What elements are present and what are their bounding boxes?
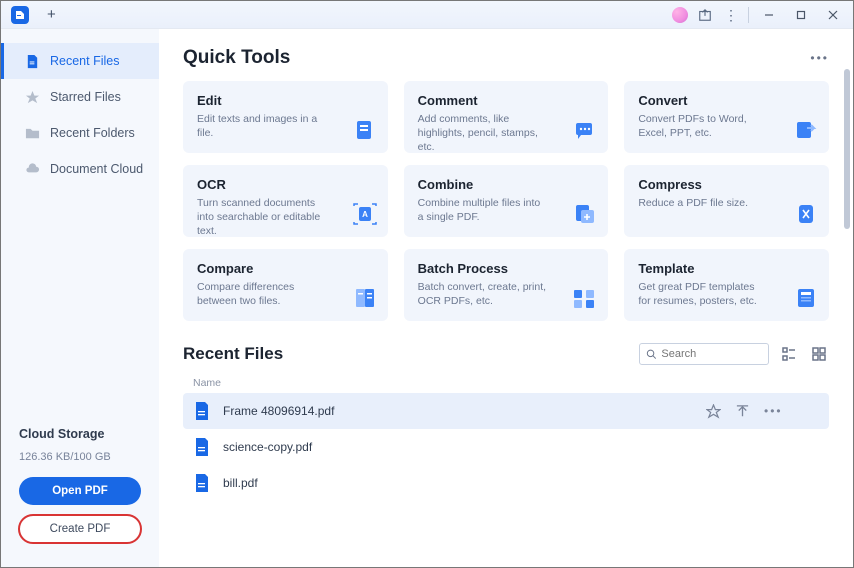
sidebar-item-label: Recent Files: [50, 54, 119, 68]
tool-icon: [793, 285, 819, 311]
kebab-menu-icon[interactable]: ⋮: [722, 6, 740, 24]
pdf-file-icon: [193, 438, 211, 456]
tool-icon: A: [352, 201, 378, 227]
search-box[interactable]: [639, 343, 769, 365]
tool-title: Combine: [418, 177, 595, 192]
file-row[interactable]: Frame 48096914.pdf •••: [183, 393, 829, 429]
grid-view-button[interactable]: [809, 344, 829, 364]
pdf-file-icon: [193, 402, 211, 420]
tool-title: Compress: [638, 177, 815, 192]
sidebar: Recent Files Starred Files Recent Folder…: [1, 29, 159, 567]
file-name: Frame 48096914.pdf: [223, 404, 694, 418]
tool-icon: [352, 117, 378, 143]
tool-icon: [352, 285, 378, 311]
column-header-name: Name: [183, 371, 829, 393]
file-icon: [24, 53, 40, 69]
new-tab-button[interactable]: +: [47, 6, 56, 23]
tool-title: OCR: [197, 177, 374, 192]
cloud-storage-panel: Cloud Storage 126.36 KB/100 GB Open PDF …: [1, 427, 159, 567]
maximize-button[interactable]: [789, 5, 813, 25]
search-input[interactable]: [661, 348, 762, 360]
close-button[interactable]: [821, 5, 845, 25]
tool-card-edit[interactable]: Edit Edit texts and images in a file.: [183, 81, 388, 153]
quick-tools-more-icon[interactable]: •••: [810, 51, 829, 65]
sidebar-item-label: Document Cloud: [50, 162, 143, 176]
storage-title: Cloud Storage: [19, 427, 141, 441]
tool-desc: Reduce a PDF file size.: [638, 196, 768, 210]
user-avatar[interactable]: [672, 7, 688, 23]
sidebar-item-label: Recent Folders: [50, 126, 135, 140]
tool-card-convert[interactable]: Convert Convert PDFs to Word, Excel, PPT,…: [624, 81, 829, 153]
tool-title: Comment: [418, 93, 595, 108]
search-icon: [646, 348, 656, 360]
storage-usage: 126.36 KB/100 GB: [19, 451, 141, 463]
tool-title: Template: [638, 261, 815, 276]
tool-card-compress[interactable]: Compress Reduce a PDF file size.: [624, 165, 829, 237]
folder-icon: [24, 125, 40, 141]
tool-desc: Edit texts and images in a file.: [197, 112, 327, 140]
file-row[interactable]: bill.pdf: [183, 465, 829, 501]
star-icon: [24, 89, 40, 105]
file-name: bill.pdf: [223, 476, 819, 490]
file-row[interactable]: science-copy.pdf: [183, 429, 829, 465]
tool-card-combine[interactable]: Combine Combine multiple files into a sin…: [404, 165, 609, 237]
list-view-button[interactable]: [779, 344, 799, 364]
sidebar-item-recent-files[interactable]: Recent Files: [1, 43, 159, 79]
pdf-file-icon: [193, 474, 211, 492]
main-content: Quick Tools ••• Edit Edit texts and image…: [159, 29, 853, 567]
tool-desc: Get great PDF templates for resumes, pos…: [638, 280, 768, 308]
create-pdf-button[interactable]: Create PDF: [19, 515, 141, 543]
sidebar-item-recent-folders[interactable]: Recent Folders: [1, 115, 159, 151]
quick-tools-heading: Quick Tools: [183, 47, 290, 69]
sidebar-item-label: Starred Files: [50, 90, 121, 104]
minimize-button[interactable]: [757, 5, 781, 25]
tool-desc: Combine multiple files into a single PDF…: [418, 196, 548, 224]
scrollbar-thumb[interactable]: [844, 69, 850, 229]
app-logo-icon: [11, 6, 29, 24]
tool-card-template[interactable]: Template Get great PDF templates for resu…: [624, 249, 829, 321]
tool-icon: [793, 117, 819, 143]
cloud-icon: [24, 161, 40, 177]
tool-desc: Compare differences between two files.: [197, 280, 327, 308]
tool-icon: [572, 117, 598, 143]
sidebar-item-starred-files[interactable]: Starred Files: [1, 79, 159, 115]
tool-icon: [793, 201, 819, 227]
more-icon[interactable]: •••: [764, 404, 779, 419]
recent-files-heading: Recent Files: [183, 344, 283, 364]
upload-icon[interactable]: [735, 404, 750, 419]
titlebar: + ⋮: [1, 1, 853, 29]
svg-text:A: A: [362, 210, 368, 219]
tool-desc: Convert PDFs to Word, Excel, PPT, etc.: [638, 112, 768, 140]
star-icon[interactable]: [706, 404, 721, 419]
tool-desc: Batch convert, create, print, OCR PDFs, …: [418, 280, 548, 308]
share-icon[interactable]: [696, 6, 714, 24]
tool-title: Convert: [638, 93, 815, 108]
file-name: science-copy.pdf: [223, 440, 819, 454]
tool-title: Batch Process: [418, 261, 595, 276]
tool-card-batch-process[interactable]: Batch Process Batch convert, create, prin…: [404, 249, 609, 321]
tool-card-comment[interactable]: Comment Add comments, like highlights, pe…: [404, 81, 609, 153]
open-pdf-button[interactable]: Open PDF: [19, 477, 141, 505]
tool-desc: Add comments, like highlights, pencil, s…: [418, 112, 548, 155]
tool-card-ocr[interactable]: OCR Turn scanned documents into searchabl…: [183, 165, 388, 237]
tool-title: Edit: [197, 93, 374, 108]
tool-icon: [572, 285, 598, 311]
tool-icon: [572, 201, 598, 227]
tool-card-compare[interactable]: Compare Compare differences between two f…: [183, 249, 388, 321]
tool-desc: Turn scanned documents into searchable o…: [197, 196, 327, 239]
sidebar-item-document-cloud[interactable]: Document Cloud: [1, 151, 159, 187]
tool-title: Compare: [197, 261, 374, 276]
